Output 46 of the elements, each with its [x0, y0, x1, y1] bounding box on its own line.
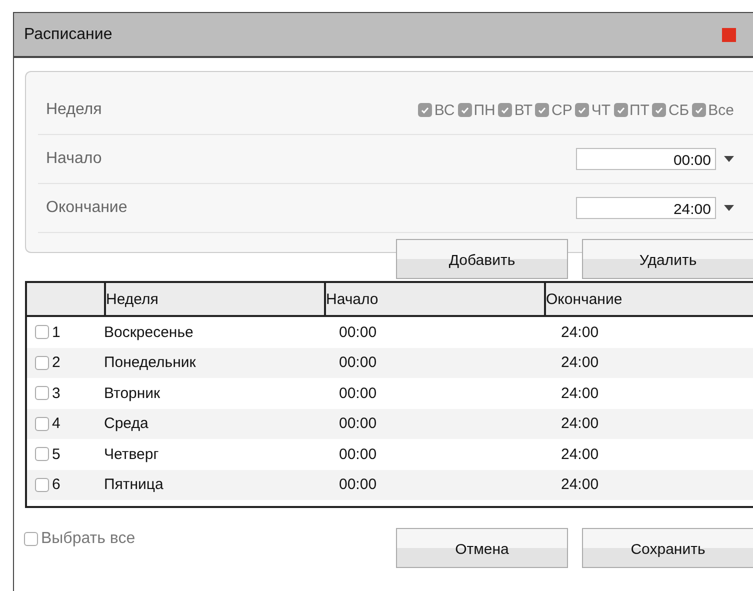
table-cell-text: 24:00 [561, 415, 600, 432]
day-label: ПТ [630, 102, 650, 118]
field-label: Начало [46, 150, 102, 168]
day-label: ПН [474, 102, 496, 118]
time-field[interactable]: 24:00 [576, 197, 716, 219]
table-cell-text: Воскресенье [104, 324, 194, 341]
table-cell-text: 00:00 [339, 384, 378, 402]
row-number: 2 [52, 354, 60, 372]
row-number: 1 [52, 324, 60, 341]
row-number: 6 [52, 476, 60, 494]
table-cell-text: Четверг [104, 446, 160, 463]
table-cell-text: 00:00 [339, 324, 378, 341]
column-header: Неделя [104, 283, 324, 315]
table-cell-text: Пятница [104, 476, 164, 494]
table-cell-text: 00:00 [339, 354, 378, 372]
action-button[interactable]: Удалить [582, 239, 753, 279]
table-cell-text: Вторник [104, 384, 162, 402]
table-cell-text: 24:00 [561, 476, 600, 494]
day-label: Все [708, 102, 734, 118]
table-cell-text: 24:00 [561, 384, 600, 402]
table-cell-text: 24:00 [561, 446, 600, 463]
day-label: ЧТ [591, 102, 610, 118]
field-label: Окончание [46, 199, 128, 217]
dialog-button[interactable]: Сохранить [582, 528, 753, 568]
day-label: ВС [434, 102, 455, 118]
table-cell-text: 00:00 [339, 446, 378, 463]
column-header: Начало [324, 283, 544, 315]
table-cell-text: Среда [104, 415, 150, 432]
day-label: СР [551, 102, 572, 118]
day-label: СБ [668, 102, 690, 118]
window-title: Расписание [24, 26, 112, 44]
column-header: Окончание [544, 283, 753, 315]
dialog-button[interactable]: Отмена [396, 528, 568, 568]
row-number: 5 [52, 446, 60, 463]
select-all-label: Выбрать все [41, 530, 136, 548]
row-number: 3 [52, 384, 60, 402]
time-field[interactable]: 00:00 [576, 148, 716, 170]
table-cell-text: 24:00 [561, 324, 600, 341]
table-cell-text: 00:00 [339, 476, 378, 494]
field-label: Неделя [46, 101, 102, 119]
action-button[interactable]: Добавить [396, 239, 568, 279]
day-label: ВТ [514, 102, 532, 118]
table-cell-text: 24:00 [561, 354, 600, 372]
table-cell-text: Понедельник [104, 354, 197, 372]
row-number: 4 [52, 415, 60, 432]
table-cell-text: 00:00 [339, 415, 378, 432]
